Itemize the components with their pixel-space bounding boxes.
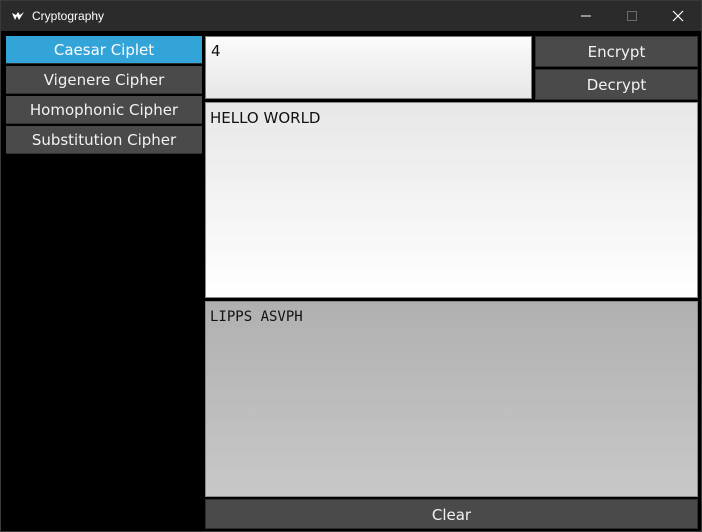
kivy-logo-icon xyxy=(12,12,24,20)
close-icon xyxy=(672,10,684,22)
key-input[interactable]: 4 xyxy=(205,36,532,99)
minimize-button[interactable] xyxy=(563,1,609,31)
maximize-icon xyxy=(627,11,637,21)
sidebar-item-substitution[interactable]: Substitution Cipher xyxy=(6,126,202,154)
clear-button[interactable]: Clear xyxy=(205,499,698,529)
title-bar[interactable]: Cryptography xyxy=(1,1,701,31)
decrypt-button[interactable]: Decrypt xyxy=(535,69,698,100)
minimize-icon xyxy=(581,15,591,17)
close-button[interactable] xyxy=(655,1,701,31)
app-window: Cryptography Caesar Ciplet Vigenere Ciph… xyxy=(0,0,702,532)
plaintext-input[interactable]: HELLO WORLD xyxy=(205,102,698,298)
encrypt-button[interactable]: Encrypt xyxy=(535,36,698,67)
sidebar-item-homophonic[interactable]: Homophonic Cipher xyxy=(6,96,202,124)
window-title: Cryptography xyxy=(32,9,105,23)
sidebar-item-caesar[interactable]: Caesar Ciplet xyxy=(6,36,202,64)
sidebar-item-vigenere[interactable]: Vigenere Cipher xyxy=(6,66,202,94)
maximize-button[interactable] xyxy=(609,1,655,31)
ciphertext-output[interactable]: LIPPS ASVPH xyxy=(205,301,698,497)
